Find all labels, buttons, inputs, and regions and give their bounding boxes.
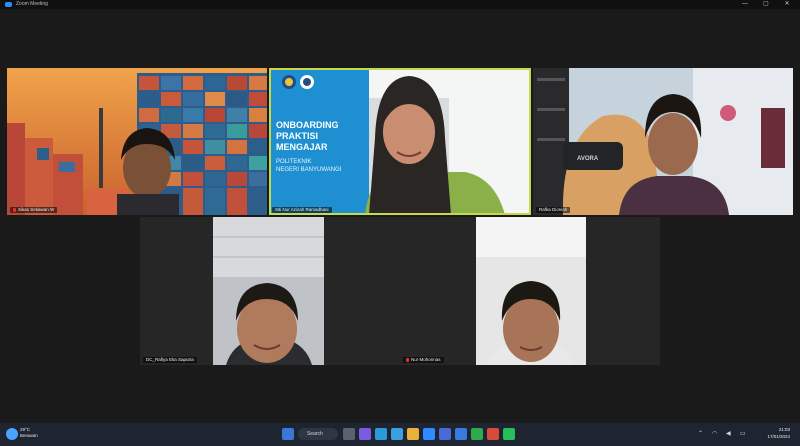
- zoom-app-icon[interactable]: [423, 428, 435, 440]
- participant-name: Siti Nur Azizah Ramadhani: [275, 207, 329, 212]
- participant-name-label: DC_Rafiya Eka Saputra: [143, 357, 197, 363]
- battery-icon[interactable]: ▭: [740, 430, 746, 437]
- muted-mic-icon: [406, 357, 409, 362]
- tray-chevron-icon[interactable]: ⌃: [698, 430, 703, 437]
- participant-name: Nur Mohonnas: [411, 357, 441, 362]
- minimize-button[interactable]: —: [735, 0, 755, 9]
- participant-name: DC_Rafiya Eka Saputra: [146, 357, 194, 362]
- chrome-icon[interactable]: [487, 428, 499, 440]
- excel-icon[interactable]: [471, 428, 483, 440]
- video-tile[interactable]: DC_Rafiya Eka Saputra: [140, 217, 400, 365]
- zoom-logo-icon: [5, 2, 12, 7]
- video-tile[interactable]: Sikas Setiawan W: [7, 68, 267, 215]
- file-explorer-icon[interactable]: [391, 428, 403, 440]
- search-label: Search: [307, 431, 323, 437]
- weather-icon: [6, 428, 18, 440]
- store-icon[interactable]: [439, 428, 451, 440]
- wifi-icon[interactable]: ◠: [712, 430, 717, 437]
- folder-icon[interactable]: [407, 428, 419, 440]
- video-feed-frame: [213, 217, 324, 365]
- participant-name-label: Nur Mohonnas: [403, 357, 444, 363]
- slide-title-line2: PRAKTISI: [276, 131, 318, 141]
- chair-brand-text: AVORA: [577, 156, 599, 162]
- start-windows-icon[interactable]: [282, 428, 294, 440]
- participant-name: Rafka Dioniah: [539, 207, 568, 212]
- taskbar-clock[interactable]: 21:03 17/01/2024: [760, 427, 790, 440]
- windows-taskbar: 29°C Berawan Search ⌃ ◠ ◀ ▭ 21:03 17/01/…: [0, 423, 800, 446]
- participant-name: Sikas Setiawan W: [18, 207, 55, 212]
- video-feed-virtual-background: ONBOARDING PRAKTISI MENGAJAR POLITEKNIK …: [269, 68, 531, 215]
- whatsapp-icon[interactable]: [503, 428, 515, 440]
- taskbar-search[interactable]: Search: [298, 428, 338, 440]
- video-tile-active-speaker[interactable]: ONBOARDING PRAKTISI MENGAJAR POLITEKNIK …: [269, 68, 531, 215]
- participant-name-label: Siti Nur Azizah Ramadhani: [272, 207, 332, 213]
- slide-title-line1: ONBOARDING: [276, 120, 339, 130]
- task-view-icon[interactable]: [343, 428, 355, 440]
- weather-widget[interactable]: 29°C Berawan: [20, 427, 38, 439]
- video-tile[interactable]: Nur Mohonnas: [400, 217, 660, 365]
- window-title: Zoom Meeting: [16, 1, 48, 7]
- video-feed-container-yard: [7, 68, 267, 215]
- volume-icon[interactable]: ◀: [726, 430, 731, 437]
- slide-subtitle-line1: POLITEKNIK: [276, 159, 311, 165]
- participant-name-label: Rafka Dioniah: [536, 207, 571, 213]
- maximize-button[interactable]: ▢: [756, 0, 776, 9]
- weather-desc: Berawan: [20, 433, 38, 438]
- video-tile[interactable]: AVORA Rafka Dioniah: [533, 68, 793, 215]
- mail-icon[interactable]: [455, 428, 467, 440]
- slide-title-line3: MENGAJAR: [276, 142, 328, 152]
- chat-app-icon[interactable]: [359, 428, 371, 440]
- window-titlebar: Zoom Meeting — ▢ ✕: [0, 0, 800, 9]
- video-feed-frame: [476, 217, 586, 365]
- muted-mic-icon: [13, 207, 16, 212]
- clock-date: 17/01/2024: [767, 433, 790, 439]
- video-gallery: Sikas Setiawan W ONBOARDING PRAKTISI MEN…: [0, 9, 800, 423]
- edge-browser-icon[interactable]: [375, 428, 387, 440]
- video-feed-room: AVORA: [533, 68, 793, 215]
- close-button[interactable]: ✕: [777, 0, 797, 9]
- slide-subtitle-line2: NEGERI BANYUWANGI: [276, 167, 342, 173]
- participant-name-label: Sikas Setiawan W: [10, 207, 58, 213]
